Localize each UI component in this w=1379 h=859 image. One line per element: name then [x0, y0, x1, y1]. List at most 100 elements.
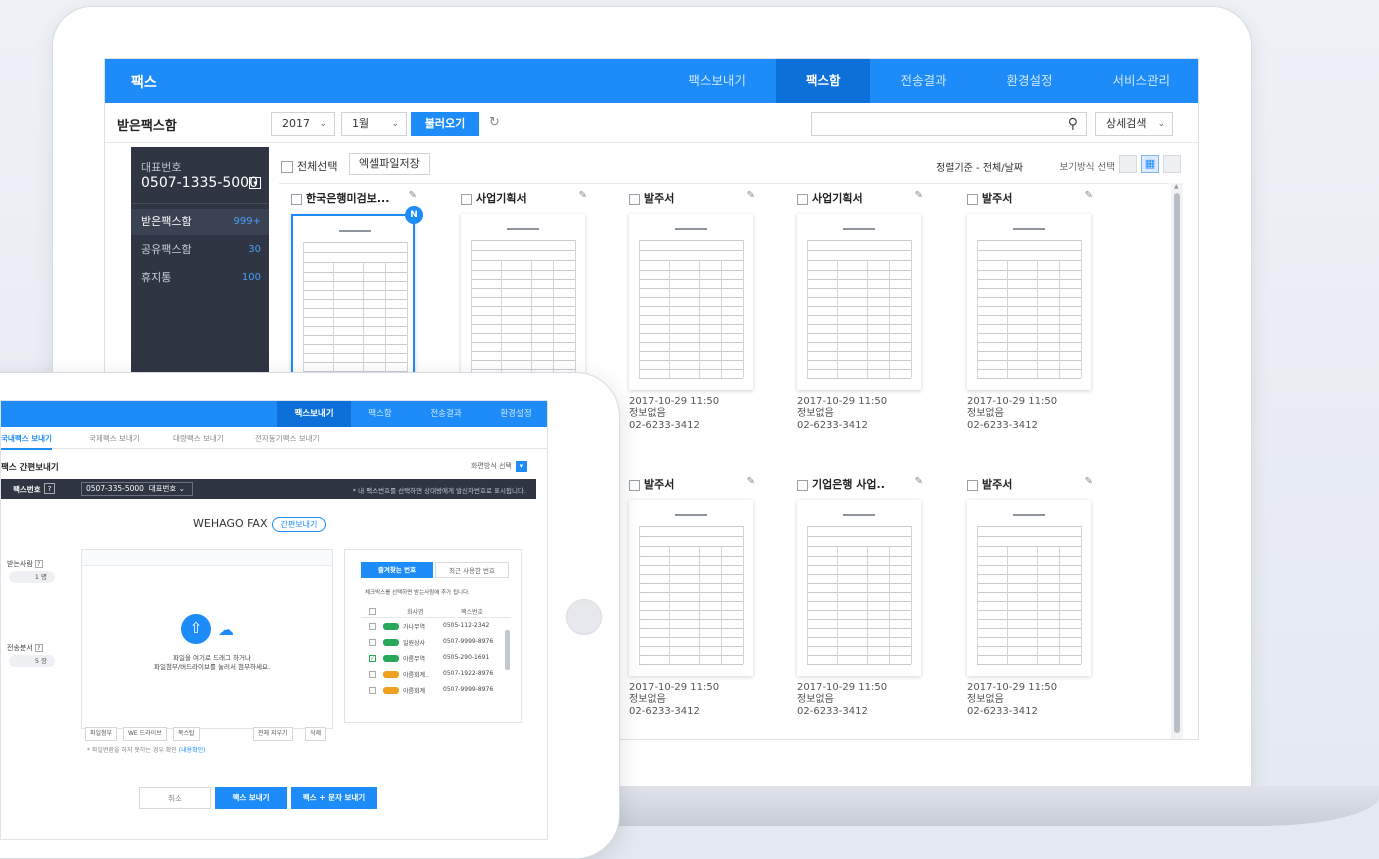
upload-icon[interactable]: ⇧	[181, 614, 211, 644]
tab-domestic[interactable]: 국내팩스 보내기	[1, 433, 52, 450]
checkbox[interactable]	[797, 479, 808, 491]
edit-pencil-icon[interactable]: ✎	[915, 190, 923, 201]
checkbox[interactable]	[369, 687, 376, 694]
fax-card[interactable]: 발주서 ✎ 2017-10-29 11:50 정보없음 02-6233-3412	[627, 184, 755, 444]
nav-send[interactable]: 팩스보내기	[658, 59, 776, 103]
sidebar-item-shared[interactable]: 공유팩스함 30	[131, 237, 269, 263]
checkbox[interactable]	[369, 623, 376, 630]
edit-pencil-icon[interactable]: ✎	[915, 476, 923, 487]
note-link[interactable]: (내용확인)	[179, 747, 206, 754]
nav-fax-box[interactable]: 팩스함	[775, 59, 871, 103]
checkbox[interactable]	[967, 479, 978, 491]
checkbox[interactable]	[967, 193, 978, 205]
checkbox[interactable]: ✓	[369, 655, 376, 662]
checkbox[interactable]	[461, 193, 472, 205]
tablet-nav-results[interactable]: 전송결과	[411, 401, 481, 427]
scroll-thumb[interactable]	[1174, 193, 1180, 733]
search-icon[interactable]: ⚲	[1068, 116, 1078, 132]
count-badge: 100	[241, 272, 261, 283]
view-toggle[interactable]: 화면방식 선택 ▾	[471, 461, 527, 472]
tab-international[interactable]: 국제팩스 보내기	[89, 433, 140, 444]
tablet-nav-box[interactable]: 팩스함	[351, 401, 409, 427]
fax-thumbnail[interactable]	[967, 500, 1091, 676]
tab-recent[interactable]: 최근 사용한 번호	[435, 562, 509, 578]
list-view-icon[interactable]	[1119, 155, 1137, 173]
search-input[interactable]	[812, 113, 1052, 135]
help-icon[interactable]: ?	[34, 560, 43, 568]
month-select[interactable]: 1월 ⌄	[341, 112, 407, 136]
cloud-icon[interactable]: ☁	[218, 620, 234, 639]
sender-select[interactable]: 0507-335-5000 대표번호 ⌄	[81, 482, 193, 496]
checkbox[interactable]	[291, 193, 302, 205]
tablet-nav-send[interactable]: 팩스보내기	[277, 401, 351, 427]
cancel-button[interactable]: 취소	[139, 787, 211, 809]
help-icon[interactable]: ?	[34, 644, 43, 652]
fax-card[interactable]: 기업은행 사업.. ✎ 2017-10-29 11:50 정보없음 02-6233-34…	[795, 470, 923, 730]
checkbox[interactable]	[797, 193, 808, 205]
list-item[interactable]: 일원상사 0507-9999-8976	[361, 636, 511, 650]
edit-pencil-icon[interactable]: ✎	[1085, 190, 1093, 201]
checkbox[interactable]	[629, 193, 640, 205]
toggle-icon[interactable]: ▾	[515, 461, 527, 472]
dropdown-icon[interactable]: ▾	[249, 177, 261, 189]
nav-settings[interactable]: 환경설정	[976, 59, 1082, 103]
clear-all-button[interactable]: 전체 지우기	[253, 727, 293, 741]
fax-card[interactable]: 발주서 ✎ 2017-10-29 11:50 정보없음 02-6233-3412	[627, 470, 755, 730]
checkbox[interactable]	[369, 608, 376, 615]
we-drive-button[interactable]: WE 드라이브	[123, 727, 167, 741]
edit-pencil-icon[interactable]: ✎	[1085, 476, 1093, 487]
help-icon[interactable]: ?	[44, 483, 55, 494]
refresh-icon[interactable]: ↻	[489, 115, 500, 130]
desktop-button[interactable]: 목스탑	[173, 727, 200, 741]
list-item[interactable]: 가나무역 0505-112-2342	[361, 620, 511, 634]
fax-thumbnail[interactable]	[629, 500, 753, 676]
fax-card[interactable]: 사업기획서 ✎ 2017-10-29 11:50 정보없음 02-6233-3412	[795, 184, 923, 444]
list-item[interactable]: 아름회계.. 0507-1922-8976	[361, 668, 511, 682]
fax-thumbnail[interactable]	[967, 214, 1091, 390]
sidebar-item-trash[interactable]: 휴지통 100	[131, 265, 269, 291]
edit-pencil-icon[interactable]: ✎	[579, 190, 587, 201]
list-item[interactable]: 아름회계 0507-9999-8976	[361, 684, 511, 698]
scrollbar[interactable]: ▲	[1171, 183, 1183, 739]
tablet-tabs: 국내팩스 보내기 국제팩스 보내기 대량팩스 보내기 전자동기팩스 보내기	[1, 427, 547, 450]
tab-favorites[interactable]: 즐겨찾는 번호	[361, 562, 433, 578]
file-drop-zone[interactable]: ⇧ ☁ 파일을 여기로 드래그 하거나 파일첨부/버드라이브를 눌러서 첨부하세요…	[81, 549, 333, 729]
tab-auto[interactable]: 전자동기팩스 보내기	[255, 433, 319, 444]
fax-card[interactable]: 발주서 ✎ 2017-10-29 11:50 정보없음 02-6233-3412	[965, 470, 1093, 730]
excel-save-button[interactable]: 엑셀파일저장	[349, 153, 430, 175]
select-all[interactable]: 전체선택	[281, 158, 337, 174]
nav-results[interactable]: 전송결과	[870, 59, 976, 103]
fax-thumbnail[interactable]	[461, 214, 585, 390]
tablet-nav-settings[interactable]: 환경설정	[483, 401, 547, 427]
fax-thumbnail[interactable]	[629, 214, 753, 390]
load-button[interactable]: 불러오기	[411, 112, 479, 136]
fax-thumbnail[interactable]	[291, 214, 415, 390]
attach-file-button[interactable]: 파일첨부	[85, 727, 118, 741]
send-fax-button[interactable]: 팩스 보내기	[215, 787, 287, 809]
checkbox[interactable]	[281, 161, 293, 173]
fax-thumbnail[interactable]	[797, 214, 921, 390]
edit-pencil-icon[interactable]: ✎	[747, 476, 755, 487]
list-item[interactable]: ✓ 아름무역 0505-290-1691	[361, 652, 511, 666]
delete-button[interactable]: 삭제	[305, 727, 327, 741]
sidebar-item-inbox[interactable]: 받은팩스함 999+	[131, 209, 269, 235]
grid-view-icon[interactable]: ▦	[1141, 155, 1159, 173]
fax-number: 0505-290-1691	[443, 654, 490, 661]
fax-thumbnail[interactable]	[797, 500, 921, 676]
scroll-up-icon[interactable]: ▲	[1174, 183, 1179, 190]
large-view-icon[interactable]	[1163, 155, 1181, 173]
checkbox[interactable]	[629, 479, 640, 491]
panel-scrollbar[interactable]	[505, 630, 510, 670]
checkbox[interactable]	[369, 639, 376, 646]
send-fax-sms-button[interactable]: 팩스 + 문자 보내기	[291, 787, 377, 809]
tab-bulk[interactable]: 대량팩스 보내기	[173, 433, 224, 444]
fax-sender: 정보없음	[797, 408, 834, 419]
nav-service[interactable]: 서비스관리	[1082, 59, 1198, 103]
checkbox[interactable]	[369, 671, 376, 678]
edit-pencil-icon[interactable]: ✎	[409, 190, 417, 201]
advanced-search[interactable]: 상세검색 ⌄	[1095, 112, 1173, 136]
year-select[interactable]: 2017 ⌄	[271, 112, 335, 136]
fax-card[interactable]: 발주서 ✎ 2017-10-29 11:50 정보없음 02-6233-3412	[965, 184, 1093, 444]
sort-label[interactable]: 정렬기준 - 전체/날짜	[936, 159, 1023, 174]
edit-pencil-icon[interactable]: ✎	[747, 190, 755, 201]
